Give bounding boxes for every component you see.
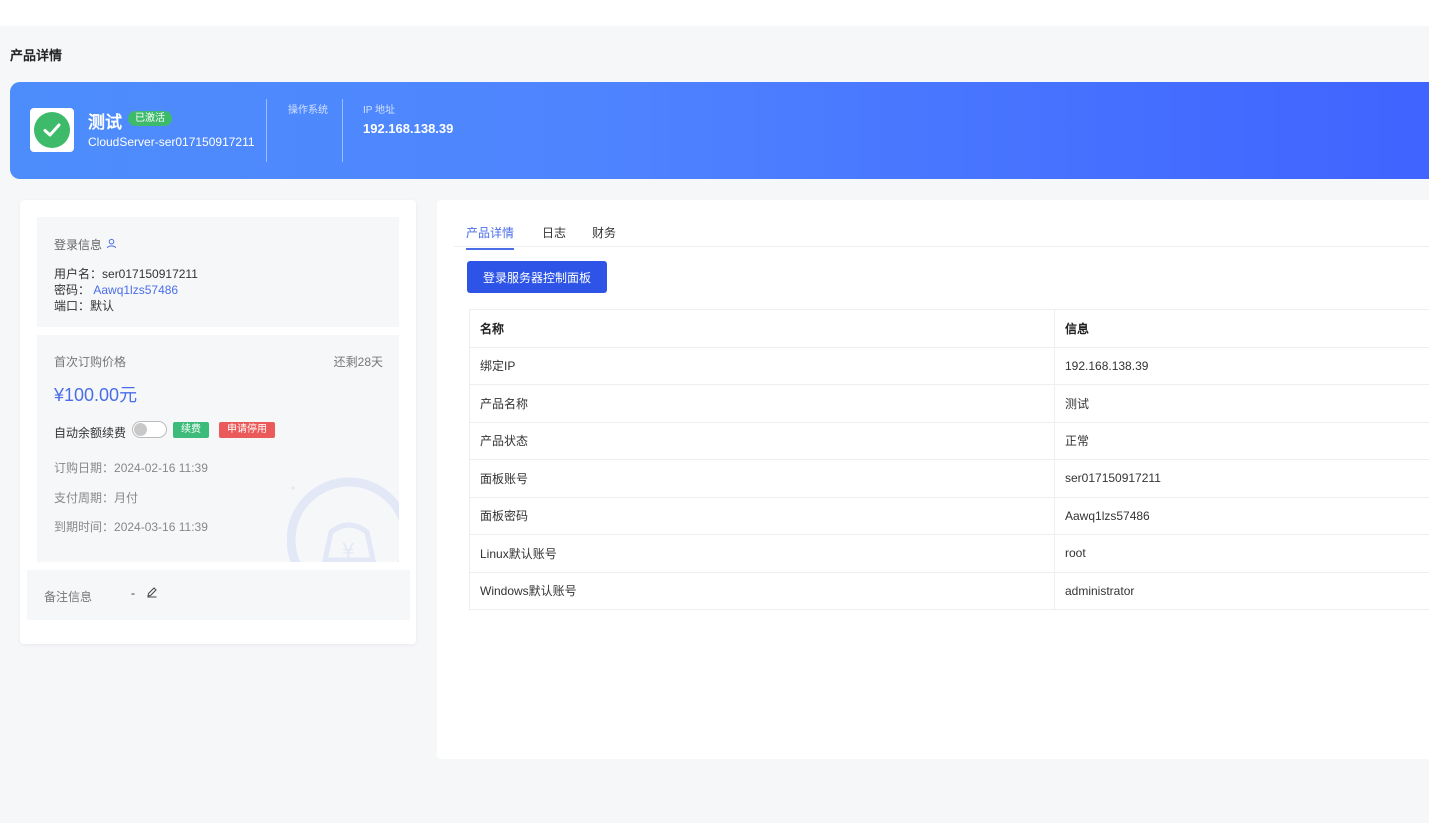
- password-value[interactable]: Aawq1lzs57486: [93, 283, 178, 297]
- login-info-title: 登录信息: [54, 236, 117, 253]
- row-value: 正常: [1054, 421, 1429, 460]
- pay-cycle-label: 支付周期：: [54, 491, 115, 505]
- order-date-label: 订购日期：: [54, 461, 115, 475]
- status-icon-box: [30, 108, 74, 152]
- pricing-box: 首次订购价格 还剩28天 ¥100.00元 自动余额续费 续费 申请停用 订购日…: [37, 335, 399, 562]
- renew-button[interactable]: 续费: [173, 422, 209, 438]
- money-bag-icon: ¥: [286, 470, 399, 562]
- header-name: 名称: [469, 309, 1055, 348]
- row-value: ser017150917211: [1054, 459, 1429, 498]
- product-name: 测试: [88, 113, 122, 132]
- username-label: 用户名：: [54, 267, 103, 281]
- username-value: ser017150917211: [102, 267, 198, 281]
- table-row: Linux默认账号 root: [469, 534, 1429, 573]
- product-summary-card: 登录信息 用户名：ser017150917211 密码： Aawq1lzs574…: [20, 200, 416, 644]
- product-banner: 测试 已激活 CloudServer-ser017150917211 操作系统 …: [10, 82, 1429, 179]
- tab-log[interactable]: 日志: [542, 224, 566, 248]
- row-value: Aawq1lzs57486: [1054, 496, 1429, 535]
- expire-label: 到期时间：: [54, 520, 115, 534]
- password-label: 密码：: [54, 283, 91, 297]
- row-value: root: [1054, 534, 1429, 573]
- detail-tabs: 产品详情 日志 财务: [454, 222, 1429, 250]
- login-info-label: 登录信息: [54, 238, 103, 252]
- tab-product-detail[interactable]: 产品详情: [466, 224, 515, 250]
- table-row: 产品名称 测试: [469, 384, 1429, 423]
- request-stop-button[interactable]: 申请停用: [219, 422, 275, 438]
- header-info: 信息: [1054, 309, 1429, 348]
- auto-renew-toggle[interactable]: [132, 421, 167, 438]
- order-date-value: 2024-02-16 11:39: [114, 461, 208, 475]
- expire-line: 到期时间：2024-03-16 11:39: [54, 518, 208, 535]
- order-date-line: 订购日期：2024-02-16 11:39: [54, 459, 208, 476]
- first-price-label: 首次订购价格: [54, 355, 127, 369]
- table-row: 绑定IP 192.168.138.39: [469, 346, 1429, 385]
- product-id: CloudServer-ser017150917211: [88, 135, 255, 149]
- port-line: 端口：默认: [54, 297, 114, 314]
- table-row: 面板账号 ser017150917211: [469, 459, 1429, 498]
- divider: [342, 99, 343, 162]
- ip-value: 192.168.138.39: [363, 121, 454, 136]
- os-label: 操作系统: [288, 105, 328, 116]
- status-badge: 已激活: [128, 111, 172, 126]
- edit-pencil-icon[interactable]: [146, 586, 158, 601]
- svg-text:¥: ¥: [342, 539, 355, 562]
- table-row: Windows默认账号 administrator: [469, 571, 1429, 610]
- user-icon: [106, 238, 117, 252]
- pay-cycle-value: 月付: [114, 491, 139, 505]
- page-title: 产品详情: [10, 48, 63, 63]
- row-value: administrator: [1054, 571, 1429, 610]
- table-row: 产品状态 正常: [469, 421, 1429, 460]
- detail-card: 产品详情 日志 财务 登录服务器控制面板 名称 信息 绑定IP 192.168.…: [437, 200, 1429, 759]
- username-line: 用户名：ser017150917211: [54, 265, 198, 282]
- login-control-panel-button[interactable]: 登录服务器控制面板: [467, 261, 607, 293]
- price-value: ¥100.00元: [54, 385, 138, 405]
- product-info-table: 名称 信息 绑定IP 192.168.138.39 产品名称 测试 产品状态 正…: [469, 309, 1429, 610]
- toggle-knob: [134, 423, 147, 436]
- auto-renew-label: 自动余额续费: [54, 426, 127, 440]
- table-header-row: 名称 信息: [469, 309, 1429, 348]
- tab-finance[interactable]: 财务: [592, 224, 616, 248]
- row-name: 面板密码: [469, 496, 1055, 535]
- top-bar: [0, 0, 1429, 26]
- row-name: Linux默认账号: [469, 534, 1055, 573]
- table-row: 面板密码 Aawq1lzs57486: [469, 496, 1429, 535]
- password-line: 密码： Aawq1lzs57486: [54, 281, 178, 298]
- row-name: Windows默认账号: [469, 571, 1055, 610]
- row-name: 面板账号: [469, 459, 1055, 498]
- divider: [266, 99, 267, 162]
- row-name: 绑定IP: [469, 346, 1055, 385]
- pay-cycle-line: 支付周期：月付: [54, 489, 138, 506]
- row-name: 产品状态: [469, 421, 1055, 460]
- ip-label: IP 地址: [363, 105, 396, 116]
- check-icon: [34, 112, 70, 148]
- note-box: 备注信息 -: [27, 570, 410, 620]
- row-name: 产品名称: [469, 384, 1055, 423]
- port-label: 端口：: [54, 299, 91, 313]
- port-value: 默认: [90, 299, 115, 313]
- expire-value: 2024-03-16 11:39: [114, 520, 208, 534]
- login-info-box: 登录信息 用户名：ser017150917211 密码： Aawq1lzs574…: [37, 217, 399, 327]
- remaining-days: 还剩28天: [333, 355, 383, 369]
- note-value: -: [131, 586, 135, 600]
- row-value: 192.168.138.39: [1054, 346, 1429, 385]
- note-label: 备注信息: [44, 590, 93, 604]
- row-value: 测试: [1054, 384, 1429, 423]
